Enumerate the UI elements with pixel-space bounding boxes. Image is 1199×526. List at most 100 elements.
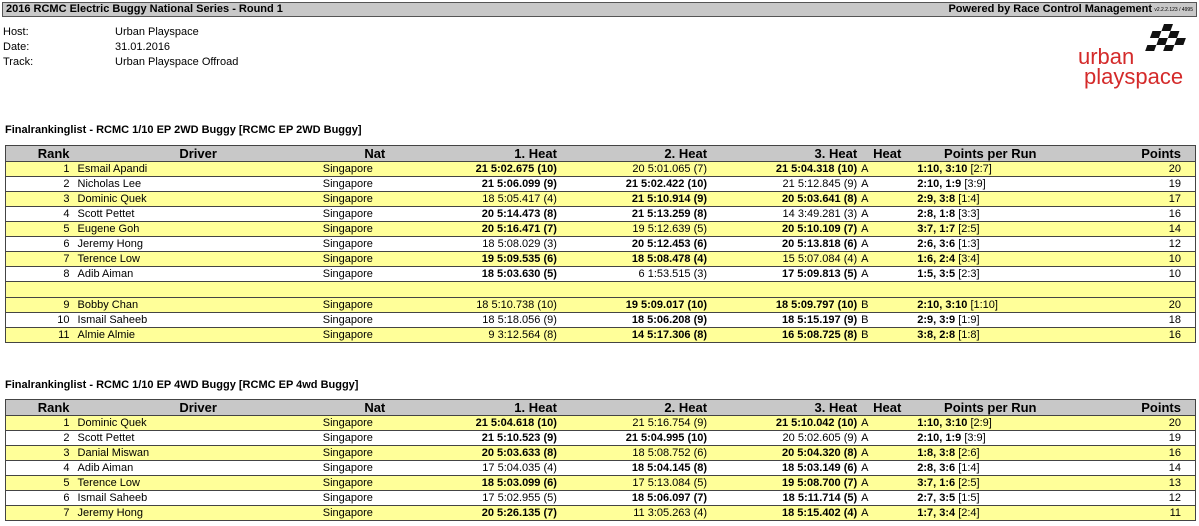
dropped-run: [1:10] <box>970 298 998 311</box>
track-label: Track: <box>3 56 34 68</box>
column-header-ppr: Points per Run <box>915 399 1066 416</box>
cell-rank: 7 <box>5 251 76 267</box>
column-header-driver: Driver <box>75 145 321 162</box>
cell-h2: 11 3:05.263 (4) <box>558 505 710 521</box>
svg-text:playspace: playspace <box>1084 64 1183 89</box>
cell-rank: 1 <box>5 161 76 177</box>
cell-driver: Adib Aiman <box>75 460 321 476</box>
column-header-rank: Rank <box>5 145 76 162</box>
cell-heat: A <box>859 460 916 476</box>
cell-points: 14 <box>1065 460 1196 476</box>
cell-h2: 6 1:53.515 (3) <box>558 266 710 282</box>
cell-h2: 18 5:08.752 (6) <box>558 445 710 461</box>
cell-nat: Singapore <box>320 236 429 252</box>
cell-points-per-run: 2:9, 3:9 [1:9] <box>915 312 1066 328</box>
cell-rank: 5 <box>5 475 76 491</box>
cell-heat: A <box>859 251 916 267</box>
table-row: 6 Ismail Saheeb Singapore 17 5:02.955 (5) 18… <box>5 490 1196 506</box>
cell-points-per-run: 1:8, 3:8 [2:6] <box>915 445 1066 461</box>
cell-rank: 3 <box>5 445 76 461</box>
cell-h3: 20 5:10.109 (7) <box>709 221 860 237</box>
report-title: 2016 RCMC Electric Buggy National Series… <box>6 3 283 15</box>
cell-driver: Jeremy Hong <box>75 505 321 521</box>
cell-rank: 2 <box>5 176 76 192</box>
cell-heat: A <box>859 236 916 252</box>
cell-nat: Singapore <box>320 206 429 222</box>
cell-nat: Singapore <box>320 312 429 328</box>
cell-rank: 4 <box>5 460 76 476</box>
cell-points-per-run: 2:10, 1:9 [3:9] <box>915 176 1066 192</box>
track-value: Urban Playspace Offroad <box>115 56 239 68</box>
counted-runs: 1:8, 3:8 <box>917 446 956 459</box>
dropped-run: [1:3] <box>958 237 980 250</box>
column-header-heat2: 2. Heat <box>558 399 710 416</box>
date-value: 31.01.2016 <box>115 41 171 53</box>
cell-h1: 18 5:03.099 (6) <box>428 475 559 491</box>
dropped-run: [1:9] <box>958 313 980 326</box>
table-row: 11 Almie Almie Singapore 9 3:12.564 (8) 14 5… <box>5 327 1196 343</box>
cell-h3: 20 5:02.605 (9) <box>709 430 860 446</box>
dropped-run: [2:9] <box>970 416 992 429</box>
cell-driver: Scott Pettet <box>75 430 321 446</box>
cell-driver: Jeremy Hong <box>75 236 321 252</box>
cell-points: 16 <box>1065 327 1196 343</box>
column-header-points: Points <box>1065 145 1196 162</box>
cell-rank: 1 <box>5 415 76 431</box>
cell-h2: 18 5:08.478 (4) <box>558 251 710 267</box>
cell-heat: A <box>859 415 916 431</box>
counted-runs: 2:9, 3:8 <box>917 192 956 205</box>
column-header-heat2: 2. Heat <box>558 145 710 162</box>
counted-runs: 3:7, 1:6 <box>917 476 956 489</box>
cell-h3: 18 5:15.402 (4) <box>709 505 860 521</box>
counted-runs: 2:8, 1:8 <box>917 207 956 220</box>
cell-h1: 19 5:09.535 (6) <box>428 251 559 267</box>
cell-points-per-run: 2:10, 3:10 [1:10] <box>915 297 1066 313</box>
cell-h1: 17 5:04.035 (4) <box>428 460 559 476</box>
cell-h1: 21 5:04.618 (10) <box>428 415 559 431</box>
table-row: 3 Danial Miswan Singapore 20 5:03.633 (8) 18… <box>5 445 1196 461</box>
column-header-heat: Heat <box>859 399 916 416</box>
cell-points-per-run: 2:7, 3:5 [1:5] <box>915 490 1066 506</box>
cell-h2: 19 5:09.017 (10) <box>558 297 710 313</box>
counted-runs: 3:7, 1:7 <box>917 222 956 235</box>
urban-playspace-logo: urban playspace <box>1078 22 1196 94</box>
cell-nat: Singapore <box>320 221 429 237</box>
table-row: 1 Dominic Quek Singapore 21 5:04.618 (10) 21… <box>5 415 1196 431</box>
table-row: 10 Ismail Saheeb Singapore 18 5:18.056 (9) 1… <box>5 312 1196 328</box>
group-separator <box>5 281 1196 298</box>
host-label: Host: <box>3 26 29 38</box>
ranking-table: Rank Driver Nat 1. Heat 2. Heat 3. Heat Heat Po… <box>5 399 1196 521</box>
cell-nat: Singapore <box>320 297 429 313</box>
dropped-run: [2:6] <box>958 446 980 459</box>
dropped-run: [1:4] <box>958 192 980 205</box>
cell-points: 17 <box>1065 191 1196 207</box>
cell-h2: 19 5:12.639 (5) <box>558 221 710 237</box>
cell-heat: A <box>859 475 916 491</box>
cell-driver: Nicholas Lee <box>75 176 321 192</box>
dropped-run: [2:4] <box>958 506 980 519</box>
cell-h1: 18 5:05.417 (4) <box>428 191 559 207</box>
cell-h2: 21 5:10.914 (9) <box>558 191 710 207</box>
table-row: 5 Terence Low Singapore 18 5:03.099 (6) 17 5… <box>5 475 1196 491</box>
cell-driver: Almie Almie <box>75 327 321 343</box>
cell-driver: Danial Miswan <box>75 445 321 461</box>
cell-points: 16 <box>1065 206 1196 222</box>
cell-driver: Eugene Goh <box>75 221 321 237</box>
counted-runs: 1:5, 3:5 <box>917 267 956 280</box>
cell-nat: Singapore <box>320 161 429 177</box>
cell-rank: 8 <box>5 266 76 282</box>
cell-heat: A <box>859 445 916 461</box>
cell-points-per-run: 2:10, 1:9 [3:9] <box>915 430 1066 446</box>
cell-h3: 20 5:13.818 (6) <box>709 236 860 252</box>
cell-heat: B <box>859 327 916 343</box>
column-header-heat: Heat <box>859 145 916 162</box>
table-row: 1 Esmail Apandi Singapore 21 5:02.675 (10) 2… <box>5 161 1196 177</box>
cell-points-per-run: 2:9, 3:8 [1:4] <box>915 191 1066 207</box>
cell-points-per-run: 2:6, 3:6 [1:3] <box>915 236 1066 252</box>
ranking-table: Rank Driver Nat 1. Heat 2. Heat 3. Heat Heat Po… <box>5 145 1196 343</box>
cell-h3: 21 5:10.042 (10) <box>709 415 860 431</box>
column-header-heat1: 1. Heat <box>428 145 559 162</box>
cell-heat: A <box>859 221 916 237</box>
dropped-run: [3:4] <box>958 252 980 265</box>
cell-rank: 2 <box>5 430 76 446</box>
